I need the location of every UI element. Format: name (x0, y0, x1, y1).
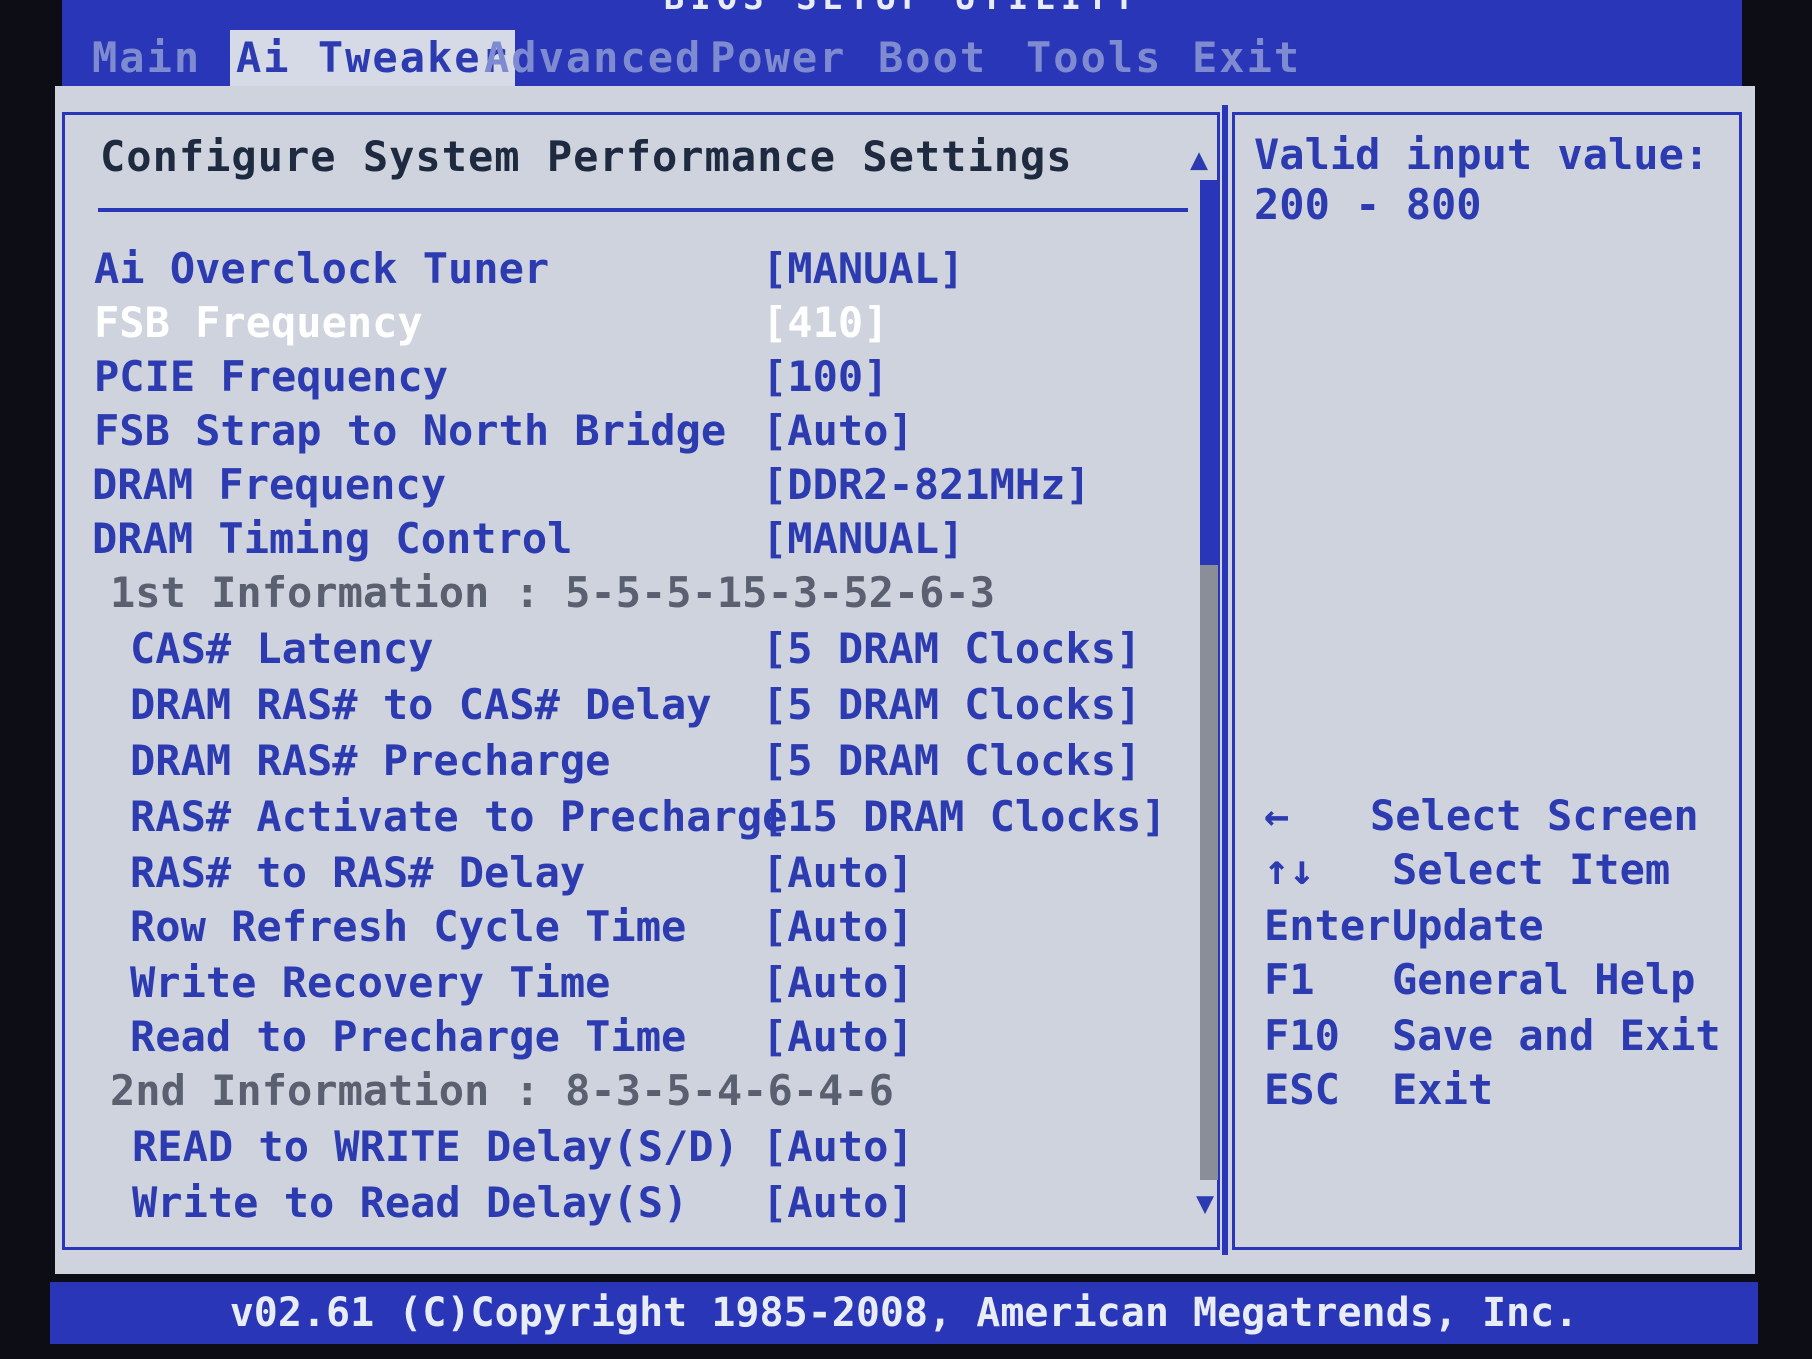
setting-value[interactable]: [15 DRAM Clocks] (762, 792, 1167, 842)
tab-main[interactable]: Main (92, 30, 201, 86)
setting-label: DRAM RAS# to CAS# Delay (130, 680, 712, 729)
setting-value[interactable]: [5 DRAM Clocks] (762, 736, 1141, 786)
help-line-2: 200 - 800 (1254, 180, 1482, 229)
setting-value[interactable]: [Auto] (762, 1122, 914, 1172)
setting-value[interactable]: [5 DRAM Clocks] (762, 624, 1141, 674)
setting-label: RAS# Activate to Precharge (130, 792, 788, 841)
setting-value[interactable]: [410] (762, 298, 888, 348)
panel-title: Configure System Performance Settings (100, 132, 1073, 181)
setting-value[interactable]: [DDR2-821MHz] (762, 460, 1091, 510)
setting-label: RAS# to RAS# Delay (130, 848, 586, 897)
panel-divider (1222, 105, 1228, 1255)
setting-value[interactable]: [5 DRAM Clocks] (762, 680, 1141, 730)
tab-advanced[interactable]: Advanced (484, 30, 702, 86)
setting-value[interactable]: [Auto] (762, 958, 914, 1008)
setting-label: FSB Strap to North Bridge (94, 406, 727, 455)
key-hint-desc: Exit (1392, 1065, 1494, 1114)
key-hint-desc: Update (1392, 901, 1544, 950)
key-hint-desc: General Help (1392, 955, 1696, 1004)
tab-boot[interactable]: Boot (878, 30, 987, 86)
scrollbar-thumb[interactable] (1200, 180, 1218, 565)
bios-screen: BIOS SETUP UTILITY Main Ai Tweaker Advan… (0, 0, 1812, 1359)
setting-label: PCIE Frequency (94, 352, 449, 401)
scroll-up-arrow-icon[interactable]: ▲ (1190, 142, 1208, 177)
window-title: BIOS SETUP UTILITY (664, 0, 1140, 18)
setting-label: FSB Frequency (94, 298, 423, 347)
key-hint-desc: Select Screen (1370, 791, 1699, 840)
setting-value[interactable]: [Auto] (762, 406, 914, 456)
tab-power[interactable]: Power (710, 30, 846, 86)
tab-ai-tweaker[interactable]: Ai Tweaker (230, 30, 515, 86)
setting-label: Write to Read Delay(S) (132, 1178, 689, 1227)
setting-label: Row Refresh Cycle Time (130, 902, 687, 951)
setting-value[interactable]: [MANUAL] (762, 514, 964, 564)
key-hint-desc: Select Item (1392, 845, 1671, 894)
up-down-arrow-icon: ↑↓ (1264, 845, 1315, 894)
tab-exit[interactable]: Exit (1192, 30, 1301, 86)
key-hint-desc: Save and Exit (1392, 1011, 1721, 1060)
key-hint-key: Enter (1264, 901, 1391, 950)
title-divider (98, 208, 1188, 212)
setting-label: DRAM Timing Control (92, 514, 573, 563)
timing-info-text: 1st Information : 5-5-5-15-3-52-6-3 (110, 568, 996, 617)
setting-label: Ai Overclock Tuner (94, 244, 550, 293)
setting-value[interactable]: [100] (762, 352, 888, 402)
menu-bar: Main Ai Tweaker Advanced Power Boot Tool… (62, 24, 1742, 86)
setting-label: DRAM RAS# Precharge (130, 736, 611, 785)
setting-value[interactable]: [Auto] (762, 1178, 914, 1228)
copyright-text: v02.61 (C)Copyright 1985-2008, American … (229, 1290, 1579, 1336)
setting-value[interactable]: [Auto] (762, 902, 914, 952)
setting-label: Read to Precharge Time (130, 1012, 687, 1061)
key-hint-key: F1 (1264, 955, 1315, 1004)
setting-value[interactable]: [Auto] (762, 1012, 914, 1062)
setting-value[interactable]: [Auto] (762, 848, 914, 898)
key-hint-key: F10 (1264, 1011, 1340, 1060)
key-hint-key: ESC (1264, 1065, 1340, 1114)
help-text: Valid input value: 200 - 800 (1254, 130, 1709, 230)
setting-label: CAS# Latency (130, 624, 434, 673)
help-line-1: Valid input value: (1254, 130, 1710, 179)
setting-label: DRAM Frequency (92, 460, 447, 509)
copyright-bar: v02.61 (C)Copyright 1985-2008, American … (50, 1282, 1758, 1344)
setting-label: READ to WRITE Delay(S/D) (132, 1122, 739, 1171)
scroll-down-arrow-icon[interactable]: ▼ (1196, 1186, 1214, 1221)
timing-info-text: 2nd Information : 8-3-5-4-6-4-6 (110, 1066, 894, 1115)
setting-label: Write Recovery Time (130, 958, 611, 1007)
title-bar: BIOS SETUP UTILITY (62, 0, 1742, 24)
tab-tools[interactable]: Tools (1026, 30, 1162, 86)
left-right-arrow-icon: ← (1264, 791, 1290, 840)
setting-value[interactable]: [MANUAL] (762, 244, 964, 294)
